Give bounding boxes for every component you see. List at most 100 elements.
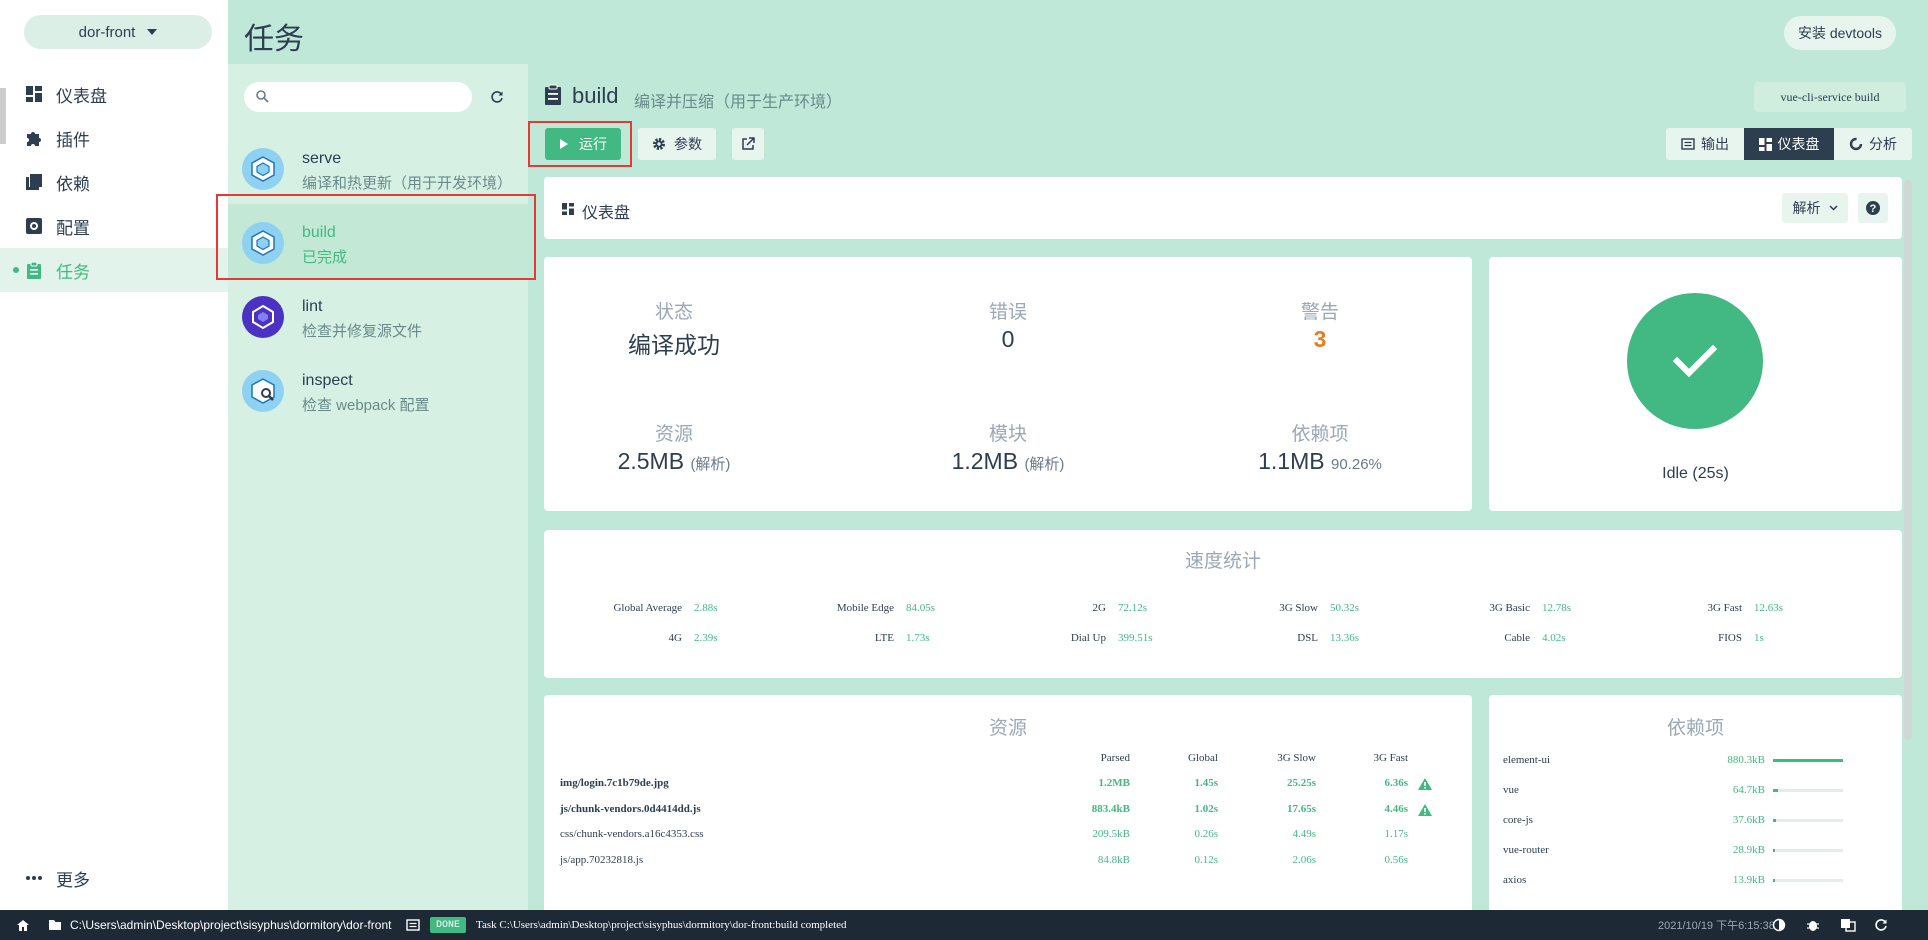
- project-name: dor-front: [78, 23, 136, 41]
- home-button[interactable]: [16, 910, 30, 940]
- task-item-lint[interactable]: lint 检查并修复源文件: [228, 278, 528, 352]
- asset-global: 1.45s: [1194, 777, 1218, 789]
- status-message: Task C:\Users\admin\Desktop\project\sisy…: [476, 919, 847, 931]
- success-status-circle: [1627, 293, 1763, 429]
- stat-warnings: 警告 3: [1170, 297, 1470, 353]
- asset-fast: 4.46s: [1384, 802, 1408, 815]
- theme-toggle-button[interactable]: [1772, 910, 1786, 940]
- speed-row: 4G 2.39s LTE 1.73s Dial Up 399.51s DSL 13.36s Ca…: [530, 632, 1802, 644]
- stat-errors: 错误 0: [858, 297, 1158, 353]
- tab-analyze[interactable]: 分析: [1834, 128, 1912, 160]
- puzzle-icon: [24, 128, 44, 148]
- nav-item-tasks[interactable]: 任务: [0, 248, 228, 292]
- status-badge: DONE: [430, 917, 467, 933]
- speed-stat-label: FIOS: [1718, 632, 1742, 644]
- task-command: vue-cli-service build: [1754, 82, 1906, 112]
- library-icon: [24, 172, 44, 192]
- dependency-name: vue: [1503, 784, 1519, 796]
- dependency-row: vue 64.7kB: [1503, 784, 1893, 800]
- webpack-icon: [242, 148, 284, 190]
- idle-label: Idle (25s): [1662, 465, 1729, 482]
- speed-row: Global Average 2.88s Mobile Edge 84.05s 2G 72…: [530, 602, 1802, 614]
- nav-item-more[interactable]: 更多: [0, 856, 228, 900]
- project-path-text: C:\Users\admin\Desktop\project\sisyphus\…: [70, 918, 392, 932]
- tab-dashboard[interactable]: 仪表盘: [1744, 128, 1834, 160]
- reload-button[interactable]: [1874, 910, 1888, 940]
- task-search-input[interactable]: [244, 82, 472, 112]
- speed-stat-value: 2.39s: [694, 632, 718, 644]
- speed-stat: 3G Basic 12.78s: [1378, 602, 1590, 614]
- build-task-highlight: [216, 194, 536, 280]
- eslint-icon: [242, 296, 284, 338]
- asset-global: 1.02s: [1194, 802, 1218, 815]
- stat-status: 状态 编译成功: [524, 297, 824, 360]
- dependency-row: vue-router 28.9kB: [1503, 844, 1893, 860]
- speed-stat-value: 84.05s: [906, 602, 936, 614]
- task-item-inspect[interactable]: inspect 检查 webpack 配置: [228, 352, 528, 426]
- dependency-size-bar-fill: [1773, 879, 1775, 882]
- project-selector[interactable]: dor-front: [24, 15, 212, 49]
- speed-stat-label: LTE: [874, 632, 894, 644]
- tab-label: 仪表盘: [1777, 136, 1820, 152]
- task-item-serve[interactable]: serve 编译和热更新（用于开发环境）: [228, 130, 528, 204]
- parameters-button[interactable]: 参数: [638, 128, 716, 160]
- task-desc: 编译和热更新（用于开发环境）: [302, 175, 513, 192]
- main-scrollbar[interactable]: [1904, 180, 1912, 740]
- speed-stats-card: 速度统计 Global Average 2.88s Mobile Edge 84.05…: [544, 530, 1902, 678]
- stat-value: 3: [1313, 326, 1327, 352]
- dependency-name: vue-router: [1503, 844, 1549, 856]
- asset-global: 0.12s: [1194, 853, 1218, 866]
- asset-name: js/chunk-vendors.0d4414dd.js: [560, 802, 701, 815]
- asset-name: img/login.7c1b79de.jpg: [560, 777, 669, 789]
- chevron-down-icon: [1828, 205, 1838, 211]
- asset-parsed: 84.8kB: [1097, 853, 1130, 866]
- mode-select[interactable]: 解析: [1782, 193, 1848, 223]
- dashboard-title: 仪表盘: [582, 205, 631, 222]
- dashboard-toolbar: 仪表盘: [544, 177, 1902, 239]
- refresh-button[interactable]: [486, 86, 508, 108]
- asset-slow: 25.25s: [1286, 777, 1316, 789]
- nav-item-dashboard[interactable]: 仪表盘: [0, 72, 228, 116]
- dependency-size: 880.3kB: [1727, 754, 1765, 766]
- refresh-icon: [1875, 919, 1887, 931]
- mode-select-label: 解析: [1792, 200, 1821, 216]
- bug-report-button[interactable]: [1806, 910, 1820, 940]
- project-path[interactable]: C:\Users\admin\Desktop\project\sisyphus\…: [48, 910, 391, 940]
- speed-stat-label: DSL: [1297, 632, 1318, 644]
- stat-label: 依赖项: [1291, 424, 1349, 445]
- open-external-icon: [742, 137, 755, 150]
- folder-icon: [49, 920, 61, 930]
- dependency-name: element-ui: [1503, 754, 1551, 766]
- nav-label: 更多: [56, 870, 90, 890]
- language-button[interactable]: [1840, 910, 1856, 940]
- install-devtools-button[interactable]: 安装 devtools: [1784, 16, 1896, 50]
- task-desc: 检查 webpack 配置: [302, 397, 430, 414]
- speed-stat-value: 4.02s: [1542, 632, 1566, 644]
- speed-stat-value: 12.63s: [1754, 602, 1784, 614]
- stat-value: 1.2MB: [951, 448, 1019, 474]
- speed-stat-label: Global Average: [613, 602, 682, 614]
- dependency-size: 37.6kB: [1732, 814, 1765, 826]
- tab-output[interactable]: 输出: [1666, 128, 1744, 160]
- run-button[interactable]: 运行: [545, 128, 621, 160]
- speed-stat: Global Average 2.88s: [530, 602, 742, 614]
- asset-fast: 0.56s: [1384, 853, 1408, 866]
- log-button[interactable]: [406, 910, 420, 940]
- dependency-size-bar-fill: [1773, 759, 1843, 762]
- column-header: Global: [1188, 752, 1218, 764]
- open-external-button[interactable]: [732, 128, 764, 160]
- nav-label: 任务: [56, 262, 90, 282]
- run-label: 运行: [579, 136, 607, 152]
- dependency-row: element-ui 880.3kB: [1503, 754, 1893, 770]
- nav-item-plugins[interactable]: 插件: [0, 116, 228, 160]
- webpack-inspect-icon: [242, 370, 284, 412]
- warning-icon: [1418, 778, 1432, 793]
- task-title: build: [572, 83, 619, 108]
- nav-item-dependencies[interactable]: 依赖: [0, 160, 228, 204]
- stat-value: 2.5MB: [617, 448, 685, 474]
- nav-item-config[interactable]: 配置: [0, 204, 228, 248]
- help-button[interactable]: ?: [1858, 193, 1888, 223]
- task-desc: 检查并修复源文件: [302, 323, 423, 340]
- status-time: 2021/10/19 下午6:15:38: [1658, 920, 1775, 932]
- asset-parsed: 883.4kB: [1091, 802, 1130, 815]
